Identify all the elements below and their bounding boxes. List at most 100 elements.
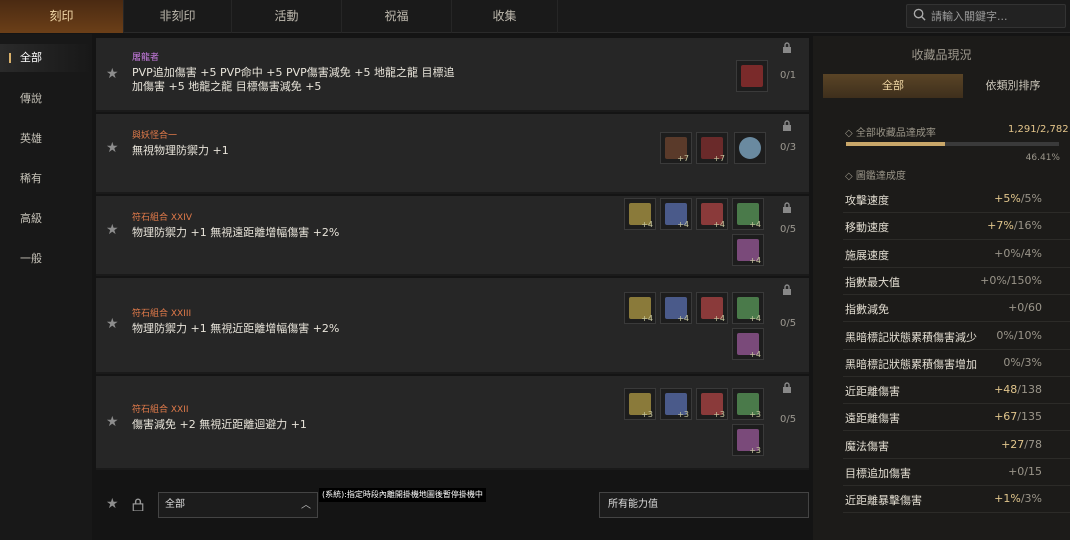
- stat-name: 指數最大值: [845, 275, 900, 289]
- search-box[interactable]: [906, 4, 1066, 28]
- system-message: (系統):指定時段內離開掛機地圖後暫停掛機中: [319, 488, 486, 502]
- sidebar-item-legendary[interactable]: 傳說: [0, 85, 92, 113]
- tab-event[interactable]: 活動: [232, 0, 342, 33]
- sidebar-item-normal[interactable]: 一般: [0, 245, 92, 273]
- stat-value: 0%/3%: [1003, 355, 1042, 369]
- collection-item-slot[interactable]: +3: [732, 388, 764, 420]
- overall-progress-count: 1,291/2,782: [1008, 124, 1069, 135]
- stat-name: 指數減免: [845, 303, 889, 317]
- collection-item-slot[interactable]: +4: [732, 198, 764, 230]
- tab-collection[interactable]: 收集: [452, 0, 558, 33]
- sidebar-item-advanced[interactable]: 高級: [0, 205, 92, 233]
- collection-status-panel: 收藏品現況 全部 依類別排序 ◇ 全部收藏品達成率 1,291/2,782 46…: [813, 36, 1070, 540]
- lock-icon: [783, 202, 791, 213]
- stat-value: +0%/4%: [994, 246, 1042, 260]
- stat-name: 黑暗標記狀態累積傷害減少: [845, 330, 977, 344]
- collection-item-slot[interactable]: +4: [732, 328, 764, 360]
- search-input[interactable]: [931, 8, 1061, 24]
- collection-progress-count: 0/5: [780, 318, 797, 329]
- collection-item-slot[interactable]: +3: [696, 388, 728, 420]
- orb-icon: [739, 137, 761, 159]
- favorite-filter-star-icon[interactable]: ★: [106, 496, 119, 512]
- collection-row[interactable]: ★ 符石組合 XXII 傷害減免 +2 無視近距離迴避力 +1 +3 +3 +3…: [96, 376, 809, 470]
- stat-row: 魔法傷害 +27/78: [843, 432, 1070, 459]
- stat-name: 近距離傷害: [845, 385, 900, 399]
- collection-row[interactable]: ★ 與妖怪合一 無視物理防禦力 +1 +7 +7 0/3: [96, 114, 809, 194]
- sidebar-item-heroic[interactable]: 英雄: [0, 125, 92, 153]
- stat-row: 黑暗標記狀態累積傷害增加 0%/3%: [843, 350, 1070, 377]
- overall-progress-percent: 46.41%: [1025, 153, 1060, 163]
- stat-name: 黑暗標記狀態累積傷害增加: [845, 357, 977, 371]
- collection-item-slot[interactable]: +3: [660, 388, 692, 420]
- stat-value: +48/138: [994, 383, 1042, 397]
- stat-name: 施展速度: [845, 248, 889, 262]
- collection-item-slot[interactable]: +7: [660, 132, 692, 164]
- stat-value: +0%/150%: [980, 273, 1042, 287]
- collection-item-slot[interactable]: +3: [732, 424, 764, 456]
- collection-item-slot[interactable]: +3: [624, 388, 656, 420]
- favorite-star-icon[interactable]: ★: [106, 140, 119, 156]
- stat-name: 目標追加傷害: [845, 467, 911, 480]
- collection-title: 屠龍者: [132, 53, 160, 63]
- favorite-star-icon[interactable]: ★: [106, 414, 119, 430]
- stat-name: 遠距離傷害: [845, 412, 900, 426]
- collection-effect: PVP追加傷害 +5 PVP命中 +5 PVP傷害減免 +5 地龍之龍 目標追加…: [132, 66, 455, 93]
- book-progress-label: ◇ 圖鑑達成度: [845, 171, 906, 182]
- collection-row[interactable]: ★ 符石組合 XXIII 物理防禦力 +1 無視近距離增幅傷害 +2% +4 +…: [96, 278, 809, 374]
- tab-blessing[interactable]: 祝福: [342, 0, 452, 33]
- collection-item-slot[interactable]: +4: [660, 198, 692, 230]
- favorite-star-icon[interactable]: ★: [106, 222, 119, 238]
- stat-row: 指數減免 +0/60: [843, 295, 1070, 323]
- search-icon: [913, 8, 926, 21]
- stat-value: +0/60: [1008, 301, 1042, 315]
- collection-effect: 傷害減免 +2 無視近距離迴避力 +1: [132, 418, 307, 431]
- collection-item-slot[interactable]: [734, 132, 766, 164]
- sidebar-item-all[interactable]: 全部: [0, 44, 92, 72]
- stat-row: 施展速度 +0%/4%: [843, 241, 1070, 268]
- category-select-value: 全部: [165, 499, 185, 510]
- collection-effect: 物理防禦力 +1 無視遠距離增幅傷害 +2%: [132, 226, 340, 239]
- collection-item-slot[interactable]: +4: [696, 292, 728, 324]
- stat-name: 近距離暴擊傷害: [845, 494, 922, 508]
- collection-item-slot[interactable]: +4: [732, 292, 764, 324]
- collection-item-slot[interactable]: +4: [660, 292, 692, 324]
- category-select[interactable]: 全部 ︿: [158, 492, 318, 518]
- collection-item-slot[interactable]: [736, 60, 768, 92]
- lock-filter-icon[interactable]: [132, 498, 144, 511]
- overall-progress-label: ◇ 全部收藏品達成率: [845, 128, 936, 139]
- stat-row: 近距離暴擊傷害 +1%/3%: [843, 486, 1070, 514]
- tab-non-engraving[interactable]: 非刻印: [124, 0, 232, 33]
- lock-icon: [783, 42, 791, 53]
- stat-value: +27/78: [1001, 437, 1042, 451]
- stat-name: 移動速度: [845, 221, 889, 235]
- collection-item-slot[interactable]: +7: [696, 132, 728, 164]
- favorite-star-icon[interactable]: ★: [106, 66, 119, 82]
- panel-title: 收藏品現況: [911, 48, 972, 62]
- stat-row: 黑暗標記狀態累積傷害減少 0%/10%: [843, 323, 1070, 350]
- stat-row: 遠距離傷害 +67/135: [843, 404, 1070, 432]
- stat-value: +0/15: [1008, 465, 1042, 478]
- sidebar: 全部 傳說 英雄 稀有 高級 一般: [0, 34, 92, 540]
- favorite-star-icon[interactable]: ★: [106, 316, 119, 332]
- stat-value: +1%/3%: [994, 492, 1042, 506]
- collection-row[interactable]: ★ 屠龍者 PVP追加傷害 +5 PVP命中 +5 PVP傷害減免 +5 地龍之…: [96, 38, 809, 112]
- chevron-up-icon: ︿: [301, 500, 311, 511]
- sidebar-item-rare[interactable]: 稀有: [0, 165, 92, 193]
- tab-engraving[interactable]: 刻印: [0, 0, 124, 33]
- collection-title: 符石組合 XXIV: [132, 213, 193, 223]
- collection-item-slot[interactable]: +4: [696, 198, 728, 230]
- tab-sort-by-category[interactable]: 依類別排序: [963, 74, 1063, 98]
- collection-item-slot[interactable]: +4: [624, 198, 656, 230]
- ability-select[interactable]: 所有能力值: [599, 492, 809, 518]
- collection-item-slot[interactable]: +4: [732, 234, 764, 266]
- stat-value: +5%/5%: [994, 192, 1042, 205]
- stat-row: 近距離傷害 +48/138: [843, 377, 1070, 405]
- collection-progress-count: 0/3: [780, 142, 797, 153]
- tab-status-all[interactable]: 全部: [823, 74, 963, 98]
- collection-effect: 無視物理防禦力 +1: [132, 144, 229, 157]
- collection-item-slot[interactable]: +4: [624, 292, 656, 324]
- collection-progress-count: 0/5: [780, 224, 797, 235]
- stat-value: 0%/10%: [996, 328, 1042, 342]
- lock-icon: [783, 120, 791, 131]
- collection-row[interactable]: ★ 符石組合 XXIV 物理防禦力 +1 無視遠距離增幅傷害 +2% +4 +4…: [96, 196, 809, 276]
